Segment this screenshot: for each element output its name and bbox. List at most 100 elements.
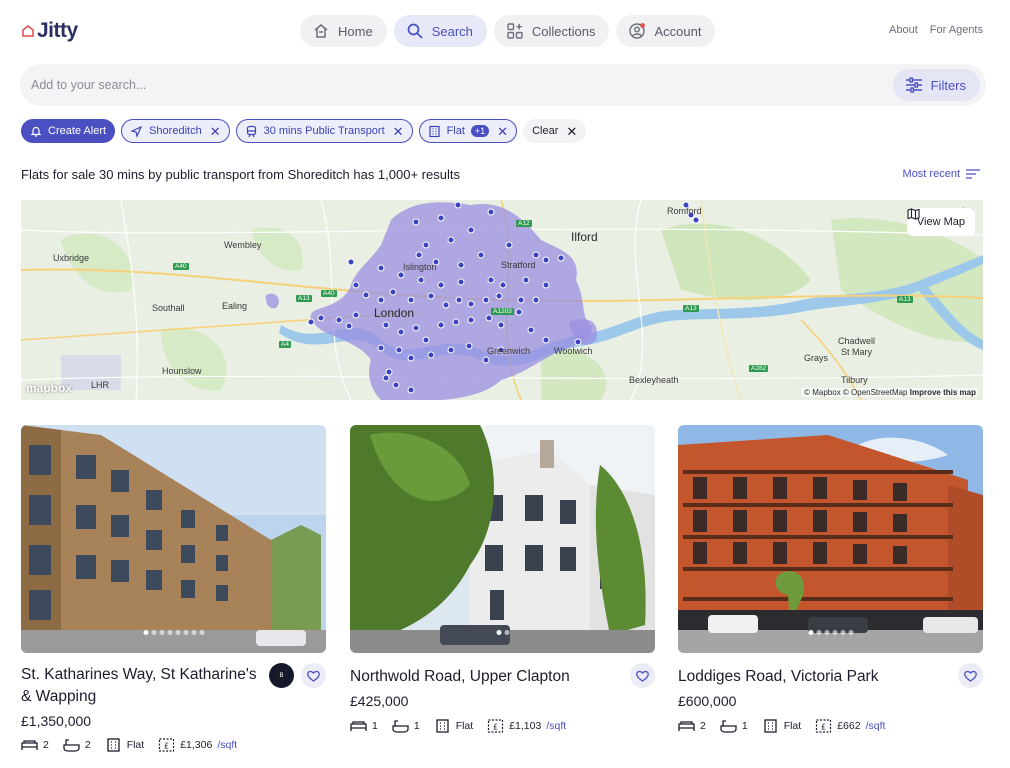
carousel-dot[interactable]	[808, 630, 813, 635]
carousel-dot[interactable]	[191, 630, 196, 635]
favourite-button[interactable]	[958, 663, 983, 688]
nav-search[interactable]: Search	[393, 15, 487, 47]
carousel-dot[interactable]	[167, 630, 172, 635]
filters-button[interactable]: Filters	[892, 69, 980, 101]
for-agents-link[interactable]: For Agents	[930, 24, 983, 36]
carousel-dot[interactable]	[816, 630, 821, 635]
mapbox-logo[interactable]: mapbox	[26, 381, 72, 395]
about-link[interactable]: About	[889, 24, 918, 36]
price-per-sqft: £1,103	[509, 720, 542, 732]
search-icon	[407, 23, 423, 39]
building-icon	[107, 738, 120, 752]
price-per-sqft-icon: £	[488, 719, 504, 733]
view-map-label: View Map	[916, 216, 965, 228]
map-icon	[907, 208, 920, 220]
photo-carousel-dots[interactable]	[496, 630, 509, 635]
bed-icon	[350, 721, 367, 731]
carousel-dot[interactable]	[159, 630, 164, 635]
listing-card[interactable]: Northwold Road, Upper Clapton £425,000 1…	[350, 425, 655, 733]
create-alert-button[interactable]: Create Alert	[21, 119, 116, 143]
brand-name: Jitty	[37, 19, 78, 42]
carousel-dot[interactable]	[840, 630, 845, 635]
listing-title[interactable]: Northwold Road, Upper Clapton	[350, 666, 590, 688]
nav-collections[interactable]: Collections	[493, 15, 610, 47]
carousel-dot[interactable]	[183, 630, 188, 635]
agent-logo[interactable]: B	[269, 663, 294, 688]
search-input[interactable]	[31, 75, 731, 95]
attribution-text[interactable]: © Mapbox © OpenStreetMap	[804, 388, 907, 397]
svg-text:£: £	[493, 723, 498, 732]
carousel-dot[interactable]	[143, 630, 148, 635]
chip-property-type[interactable]: Flat +1 ✕	[418, 119, 518, 143]
carousel-dot[interactable]	[504, 630, 509, 635]
chip-location[interactable]: Shoreditch ✕	[121, 119, 230, 143]
bed-icon	[21, 740, 38, 750]
heart-icon	[307, 670, 320, 682]
sqft-unit: /sqft	[546, 720, 567, 732]
chip-transport[interactable]: 30 mins Public Transport ✕	[235, 119, 413, 143]
listing-price: £425,000	[350, 693, 409, 709]
road-tag: A40	[173, 263, 189, 270]
carousel-dot[interactable]	[496, 630, 501, 635]
listing-card[interactable]: Loddiges Road, Victoria Park £600,000 2 …	[678, 425, 983, 733]
create-alert-label: Create Alert	[48, 125, 107, 137]
carousel-dot[interactable]	[824, 630, 829, 635]
nav-account-label: Account	[654, 23, 702, 39]
map-label-tilbury: Tilbury	[841, 375, 868, 385]
improve-map-link[interactable]: Improve this map	[910, 388, 976, 397]
listing-card[interactable]: St. Katharines Way, St Katharine's & Wap…	[21, 425, 326, 752]
listing-photo[interactable]	[350, 425, 655, 653]
listing-specs: 1 1 Flat £ £1,103 /sqft	[350, 719, 566, 733]
listing-title[interactable]: St. Katharines Way, St Katharine's & Wap…	[21, 664, 261, 708]
clear-filters-button[interactable]: Clear ✕	[523, 119, 587, 143]
bed-icon	[678, 721, 695, 731]
jitty-logo[interactable]: Jitty	[21, 18, 78, 44]
nav-home[interactable]: Home	[300, 15, 387, 47]
location-arrow-icon	[130, 125, 143, 138]
chip-transport-label: 30 mins Public Transport	[263, 125, 385, 137]
map-label-chadwell: Chadwell	[838, 336, 876, 346]
close-icon[interactable]: ✕	[497, 125, 508, 138]
listing-photo-townhouse	[350, 425, 655, 653]
map-label-wembley: Wembley	[224, 240, 262, 250]
beds-count: 2	[43, 739, 49, 751]
nav-home-label: Home	[338, 23, 373, 39]
home-icon	[314, 24, 328, 38]
road-tag: A1203	[491, 308, 514, 315]
sqft-unit: /sqft	[865, 720, 886, 732]
photo-carousel-dots[interactable]	[808, 630, 853, 635]
listing-price: £1,350,000	[21, 713, 92, 729]
map-label-woolwich: Woolwich	[554, 346, 593, 356]
close-icon[interactable]: ✕	[210, 125, 221, 138]
listing-title[interactable]: Loddiges Road, Victoria Park	[678, 666, 918, 688]
bath-icon	[720, 720, 737, 733]
nav-account[interactable]: Account	[616, 15, 716, 47]
main-nav: Home Search Collections Account	[300, 15, 716, 47]
price-per-sqft-icon: £	[159, 738, 175, 752]
map-label-lhr: LHR	[91, 380, 110, 390]
results-map[interactable]: Romford lon Ilford Wembley Uxbridge Isli…	[21, 200, 983, 400]
heart-icon	[964, 670, 977, 682]
sort-dropdown[interactable]: Most recent	[903, 168, 980, 180]
listing-photo[interactable]	[678, 425, 983, 653]
top-links: About For Agents	[889, 24, 983, 36]
property-type: Flat	[783, 720, 802, 732]
favourite-button[interactable]	[301, 663, 326, 688]
carousel-dot[interactable]	[848, 630, 853, 635]
listing-photo[interactable]	[21, 425, 326, 653]
photo-carousel-dots[interactable]	[143, 630, 204, 635]
nav-search-label: Search	[431, 23, 473, 39]
favourite-button[interactable]	[630, 663, 655, 688]
close-icon: ✕	[566, 123, 578, 139]
carousel-dot[interactable]	[151, 630, 156, 635]
close-icon[interactable]: ✕	[393, 125, 404, 138]
beds-count: 2	[700, 720, 706, 732]
carousel-dot[interactable]	[832, 630, 837, 635]
map-label-greenwich: Greenwich	[487, 346, 531, 356]
map-label-bexleyheath: Bexleyheath	[629, 375, 679, 385]
view-map-button[interactable]: View Map	[906, 208, 975, 236]
carousel-dot[interactable]	[175, 630, 180, 635]
filter-chips: Create Alert Shoreditch ✕ 30 mins Public…	[21, 119, 587, 143]
carousel-dot[interactable]	[199, 630, 204, 635]
account-icon	[629, 23, 646, 39]
